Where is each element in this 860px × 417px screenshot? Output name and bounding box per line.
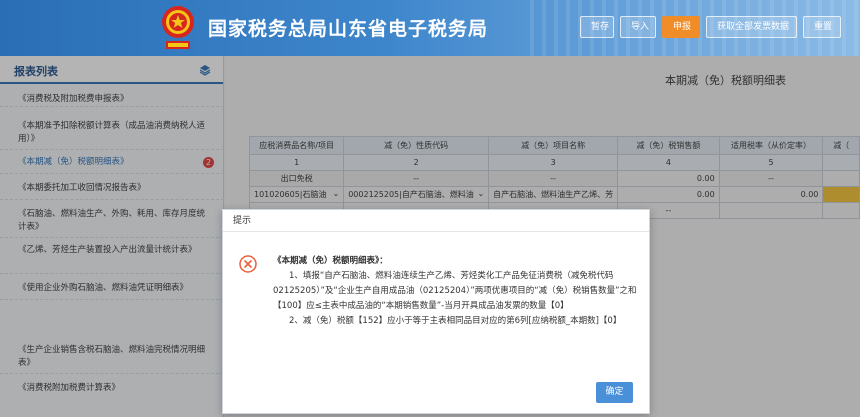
- national-emblem-icon: [162, 6, 194, 49]
- site-title: 国家税务总局山东省电子税务局: [208, 18, 489, 40]
- import-button[interactable]: 导入: [620, 16, 656, 38]
- dialog-message: 《本期减（免）税额明细表》： 1、填报“自产石脑油、燃料油连续生产乙烯、芳烃类化…: [273, 254, 637, 329]
- reset-button[interactable]: 重置: [803, 16, 841, 38]
- fetch-invoices-button[interactable]: 获取全部发票数据: [706, 16, 797, 38]
- validation-dialog: 提示 《本期减（免）税额明细表》： 1、填报“自产石脑油、燃料油连续生产乙烯、芳…: [222, 209, 650, 414]
- message-heading: 《本期减（免）税额明细表》：: [273, 256, 388, 266]
- confirm-button[interactable]: 确定: [596, 382, 633, 403]
- error-icon: [239, 255, 257, 273]
- submit-button[interactable]: 申报: [662, 16, 700, 38]
- top-header: 国家税务总局山东省电子税务局 暂存 导入 申报 获取全部发票数据 重置: [0, 0, 860, 56]
- message-line-1: 1、填报“自产石脑油、燃料油连续生产乙烯、芳烃类化工产品免征消费税（减免税代码0…: [273, 271, 637, 311]
- dialog-title: 提示: [223, 210, 649, 232]
- message-line-2: 2、减（免）税额【152】应小于等于主表相同品目对应的第6列[应纳税额_本期数]…: [289, 316, 622, 326]
- save-draft-button[interactable]: 暂存: [580, 16, 614, 38]
